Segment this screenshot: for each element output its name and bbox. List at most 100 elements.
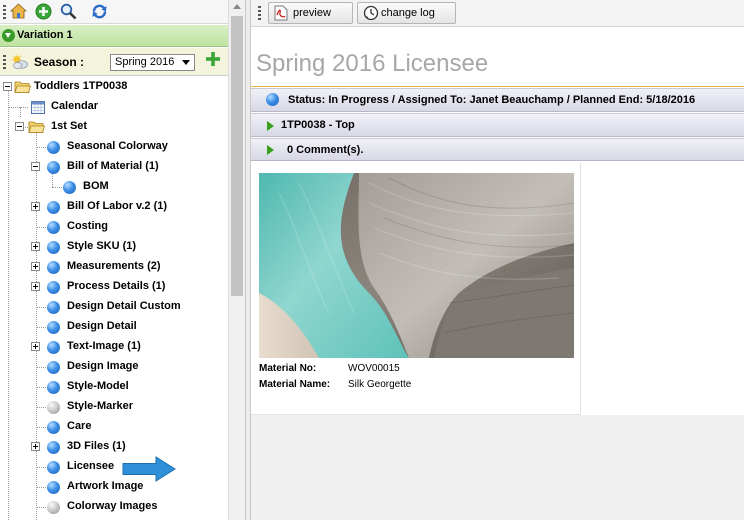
tree-item-process-details-1[interactable]: Process Details (1) [0,277,228,297]
blue-status-icon [47,481,60,494]
expand-triangle-icon[interactable] [267,145,274,155]
blue-status-icon [47,341,60,354]
tree-item-measurements-2[interactable]: Measurements (2) [0,257,228,277]
grey-status-icon [47,401,60,414]
change-log-label: change log [381,7,435,19]
tree-item-label: Style SKU (1) [67,240,137,252]
blue-status-icon [63,181,76,194]
tree-item-design-detail[interactable]: Design Detail [0,317,228,337]
expand-icon[interactable] [31,202,40,211]
blue-status-icon [47,441,60,454]
expand-icon[interactable] [31,282,40,291]
preview-label: preview [293,7,331,19]
tree-item-label: Colorway Images [67,500,158,512]
tree-root-label: Toddlers 1TP0038 [34,80,128,92]
content-area: Material No: WOV00015 Material Name: Sil… [251,163,744,520]
variation-header[interactable]: Variation 1 [0,25,228,47]
tree-item-artwork-image[interactable]: Artwork Image [0,477,228,497]
collapse-icon[interactable] [3,82,12,91]
calendar-icon [31,101,45,114]
season-bar: Season : Spring 2016 [0,48,228,76]
blue-status-icon [47,361,60,374]
tree-item-label: Bill of Material (1) [67,160,159,172]
pdf-icon [274,5,288,21]
change-log-button[interactable]: change log [357,2,456,24]
refresh-icon[interactable] [91,3,108,20]
tree-item-label: Seasonal Colorway [67,140,168,152]
season-grip[interactable] [3,55,6,69]
arrow-pointer-icon [122,456,176,482]
tree-item-label: Measurements (2) [67,260,161,272]
home-icon[interactable] [10,3,27,20]
status-icon [266,93,279,106]
tree-item-care[interactable]: Care [0,417,228,437]
tree-item-style-model[interactable]: Style-Model [0,377,228,397]
tree-item-bill-of-labor-v-2-1[interactable]: Bill Of Labor v.2 (1) [0,197,228,217]
blue-status-icon [47,381,60,394]
tree-item-style-sku-1[interactable]: Style SKU (1) [0,237,228,257]
expand-icon[interactable] [31,262,40,271]
comments-bar[interactable]: 0 Comment(s). [251,138,744,161]
blue-status-icon [47,461,60,474]
title-divider [251,86,744,87]
material-name-label: Material Name: [259,379,331,390]
tree-item-calendar[interactable]: Calendar [0,97,228,117]
tree-item-1st-set[interactable]: 1st Set [0,117,228,137]
tree-item-label: 3D Files (1) [67,440,126,452]
expand-triangle-icon[interactable] [267,121,274,131]
season-select-value: Spring 2016 [115,56,175,68]
material-name-value: Silk Georgette [348,379,412,390]
tree-item-costing[interactable]: Costing [0,217,228,237]
tree-item-label: Style-Marker [67,400,134,412]
tree-item-style-marker[interactable]: Style-Marker [0,397,228,417]
add-season-icon[interactable] [205,51,221,67]
material-swatch-image[interactable] [259,173,574,358]
tree-guide [36,227,46,228]
blue-status-icon [47,261,60,274]
tree-guide [36,327,46,328]
blue-status-icon [47,241,60,254]
search-icon[interactable] [60,3,77,20]
blue-status-icon [47,201,60,214]
tree-item-label: Costing [67,220,108,232]
tree-item-label: Design Detail Custom [67,300,181,312]
section-style-label: 1TP0038 - Top [281,119,355,131]
tree-item-design-detail-custom[interactable]: Design Detail Custom [0,297,228,317]
blue-status-icon [47,141,60,154]
tree-item-bom[interactable]: BOM [0,177,228,197]
scroll-up-icon[interactable] [233,4,241,9]
change-log-icon [363,5,379,21]
tree-guide [36,407,46,408]
tree-item-design-image[interactable]: Design Image [0,357,228,377]
preview-button[interactable]: preview [268,2,353,24]
tree-item-label: Style-Model [67,380,129,392]
tree-item-licensee[interactable]: Licensee [0,457,228,477]
toolbar-grip[interactable] [3,5,6,19]
left-scrollbar[interactable] [228,0,245,520]
tree-guide [36,487,46,488]
add-icon[interactable] [35,3,52,20]
season-select[interactable]: Spring 2016 [110,54,195,71]
scroll-thumb[interactable] [231,16,243,296]
tree-guide [36,147,46,148]
tree-item-seasonal-colorway[interactable]: Seasonal Colorway [0,137,228,157]
collapse-icon[interactable] [31,162,40,171]
toolbar-grip[interactable] [258,6,261,20]
collapse-circle-icon[interactable] [2,29,15,42]
tree-item-bill-of-material-1[interactable]: Bill of Material (1) [0,157,228,177]
tree-guide [52,187,62,188]
blue-status-icon [47,221,60,234]
section-style-bar[interactable]: 1TP0038 - Top [251,113,744,137]
tree-item-text-image-1[interactable]: Text-Image (1) [0,337,228,357]
tree-item-label: 1st Set [51,120,88,132]
page-title: Spring 2016 Licensee [256,50,489,77]
tree-root[interactable]: Toddlers 1TP0038 [0,77,228,97]
collapse-icon[interactable] [15,122,24,131]
tree-item-label: Care [67,420,92,432]
right-toolbar: preview change log [251,0,744,27]
tree-item-3d-files-1[interactable]: 3D Files (1) [0,437,228,457]
expand-icon[interactable] [31,442,40,451]
expand-icon[interactable] [31,342,40,351]
tree-item-colorway-images[interactable]: Colorway Images [0,497,228,517]
expand-icon[interactable] [31,242,40,251]
